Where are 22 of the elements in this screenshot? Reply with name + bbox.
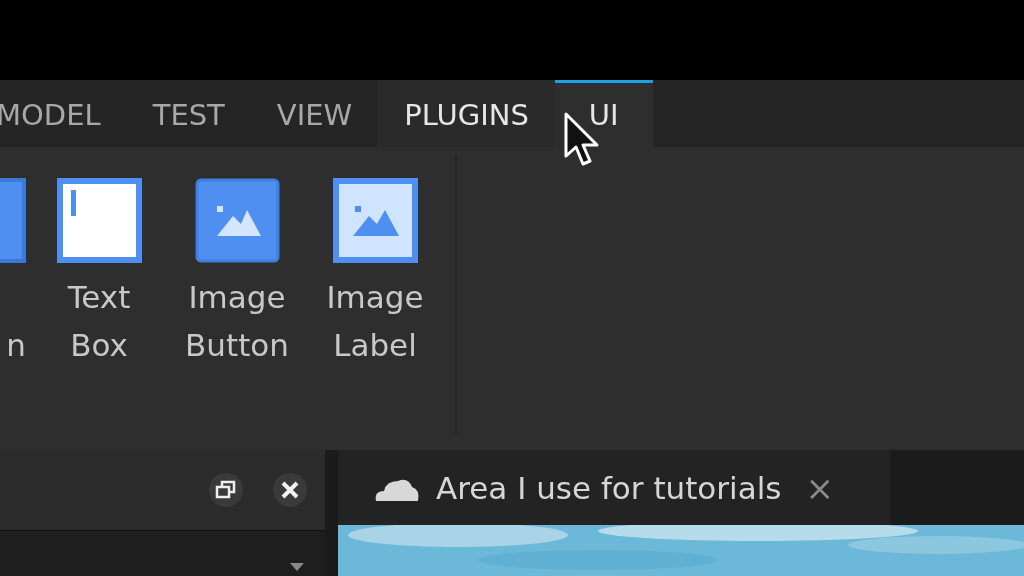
ribbon-tab[interactable]: PLUGINS bbox=[378, 80, 555, 147]
image-icon bbox=[332, 178, 418, 263]
restore-button[interactable] bbox=[209, 473, 243, 507]
restore-icon bbox=[215, 480, 237, 500]
tool-label[interactable]: n bbox=[6, 321, 26, 369]
tool-label[interactable]: Text bbox=[67, 273, 131, 321]
image-icon bbox=[194, 178, 280, 263]
ribbon-tab[interactable]: VIEW bbox=[250, 80, 379, 147]
caret-icon bbox=[289, 562, 305, 572]
tool-label[interactable]: Button bbox=[185, 321, 289, 369]
document-title: Area I use for tutorials bbox=[436, 469, 782, 506]
text-box-icon bbox=[56, 178, 142, 263]
dropdown-field[interactable] bbox=[0, 530, 325, 576]
close-tab-button[interactable]: × bbox=[805, 467, 834, 508]
tool-label[interactable]: Box bbox=[70, 321, 128, 369]
document-tab[interactable]: Area I use for tutorials × bbox=[338, 450, 890, 525]
ribbon-tab[interactable]: TEST bbox=[126, 80, 251, 147]
tool-label[interactable]: Image bbox=[326, 273, 424, 321]
close-button[interactable] bbox=[273, 473, 307, 507]
tool-label[interactable]: Image bbox=[188, 273, 286, 321]
close-icon bbox=[280, 480, 300, 500]
tool-label[interactable]: Label bbox=[333, 321, 417, 369]
